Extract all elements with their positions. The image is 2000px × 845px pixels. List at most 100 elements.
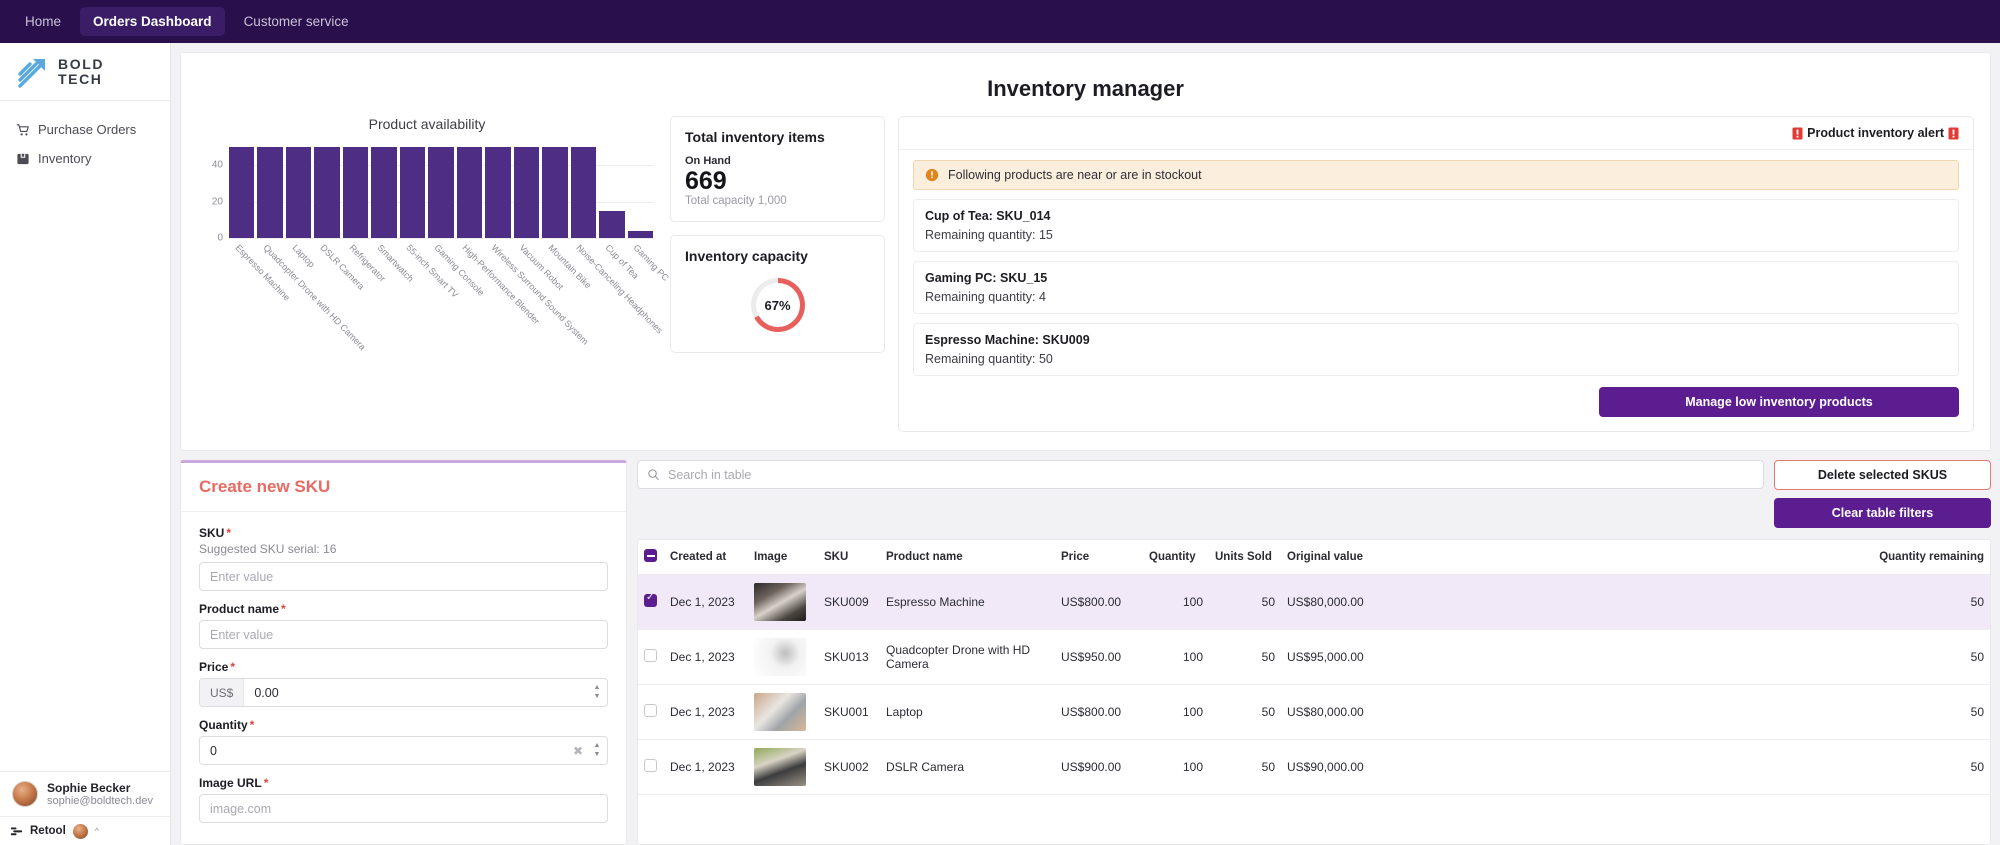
chart-x-tick-label: Gaming Console <box>432 242 487 298</box>
box-icon <box>17 153 29 164</box>
cell-quantity-remaining: 50 <box>1840 684 1990 740</box>
clear-table-filters-button[interactable]: Clear table filters <box>1774 498 1991 528</box>
chart-bar <box>570 147 597 238</box>
column-quantity[interactable]: Quantity <box>1143 540 1209 575</box>
table-row[interactable]: Dec 1, 2023 SKU002 DSLR Camera US$900.00 100… <box>638 739 1990 795</box>
manage-low-inventory-products-button[interactable]: Manage low inventory products <box>1599 387 1959 417</box>
chart-title: Product availability <box>368 116 486 132</box>
product-name-input[interactable] <box>199 620 608 649</box>
chevron-up-icon[interactable]: ▲ <box>594 742 601 751</box>
row-checkbox[interactable] <box>644 592 657 607</box>
required-marker: * <box>263 776 269 790</box>
product-thumbnail <box>754 583 806 621</box>
row-select-cell[interactable] <box>638 629 664 685</box>
row-checkbox[interactable] <box>644 759 657 772</box>
search-input[interactable] <box>637 460 1764 489</box>
column-quantity-remaining[interactable]: Quantity remaining <box>1840 540 1990 575</box>
low-stock-item[interactable]: Gaming PC: SKU_15 Remaining quantity: 4 <box>913 261 1959 314</box>
table-row[interactable]: Dec 1, 2023 SKU009Espresso MachineUS$800.… <box>638 574 1990 630</box>
cell-price: US$800.00 <box>1055 684 1143 740</box>
table-row[interactable]: Dec 1, 2023 SKU013 Quadcopter Drone with H… <box>638 629 1990 685</box>
nav-item-orders-dashboard[interactable]: Orders Dashboard <box>80 7 225 36</box>
sidebar-item-purchase-orders[interactable]: Purchase Orders <box>0 115 170 144</box>
sidebar-item-inventory[interactable]: Inventory <box>0 144 170 173</box>
total-inventory-items-card: Total inventory items On Hand 669 Total … <box>670 116 885 222</box>
sidebar-item-inventory-label: Inventory <box>38 151 92 166</box>
nav-item-customer-service[interactable]: Customer service <box>231 7 362 36</box>
cell-product-name: Espresso Machine <box>880 574 1055 630</box>
sku-label-text: SKU <box>199 526 225 540</box>
cell-units-sold: 50 <box>1209 684 1281 740</box>
quantity-input[interactable] <box>200 737 573 764</box>
table-row[interactable]: Dec 1, 2023 SKU001 Laptop US$800.00 100 50 US$… <box>638 684 1990 740</box>
low-stock-item-name: Gaming PC: SKU_15 <box>925 271 1048 285</box>
low-stock-item[interactable]: Cup of Tea: SKU_014 Remaining quantity: … <box>913 199 1959 252</box>
delete-selected-skus-button[interactable]: Delete selected SKUS <box>1774 460 1991 490</box>
low-stock-item-qty: Remaining quantity: 15 <box>925 228 1053 242</box>
column-product-name[interactable]: Product name <box>880 540 1055 575</box>
clear-icon[interactable]: ✖ <box>573 737 587 764</box>
chevron-down-icon[interactable]: ▼ <box>594 751 601 760</box>
column-units-sold[interactable]: Units Sold <box>1209 540 1281 575</box>
chart-plot-area: 0 20 40 Espresso Machine Quadcopter Drone w… <box>197 138 671 352</box>
product-thumbnail <box>754 748 806 786</box>
chart-x-tick-label: Gaming PC <box>631 242 672 283</box>
chart-bar <box>229 147 255 238</box>
table-body: Dec 1, 2023 SKU009Espresso MachineUS$800.… <box>638 574 1990 795</box>
row-checkbox[interactable] <box>644 704 657 717</box>
quantity-stepper[interactable]: ▲ ▼ <box>587 737 607 764</box>
top-grid: Product availability 0 20 40 Espresso Mach… <box>197 116 1974 432</box>
retool-footer-bar[interactable]: Retool ^ <box>0 816 170 845</box>
sku-input[interactable] <box>199 562 608 591</box>
price-combo: US$ ▲ ▼ <box>199 678 608 707</box>
sidebar-user-text: Sophie Becker sophie@boldtech.dev <box>47 781 153 807</box>
chevron-down-icon[interactable]: ▼ <box>594 693 601 702</box>
image-url-input[interactable] <box>199 794 608 823</box>
product-inventory-alert-title: Product inventory alert <box>1807 126 1944 140</box>
low-stock-item-qty: Remaining quantity: 50 <box>925 352 1053 366</box>
price-stepper[interactable]: ▲ ▼ <box>587 679 607 706</box>
bold-tech-arrow-logo-icon <box>18 58 45 88</box>
chevron-up-icon[interactable]: ^ <box>95 826 99 836</box>
nav-item-home[interactable]: Home <box>12 7 74 36</box>
price-input[interactable] <box>244 679 587 706</box>
cell-created-at: Dec 1, 2023 <box>664 739 748 795</box>
table-toolbar: Delete selected SKUS Clear table filters <box>637 460 1991 528</box>
low-stock-item-qty: Remaining quantity: 4 <box>925 290 1046 304</box>
column-image[interactable]: Image <box>748 540 818 575</box>
low-stock-item[interactable]: Espresso Machine: SKU009 Remaining quant… <box>913 323 1959 376</box>
row-checkbox[interactable] <box>644 649 657 662</box>
row-select-cell[interactable] <box>638 684 664 740</box>
top-navigation-bar: Home Orders Dashboard Customer service <box>0 0 2000 43</box>
cell-original-value: US$95,000.00 <box>1281 629 1840 685</box>
sidebar-nav-list: Purchase Orders Inventory <box>0 101 170 771</box>
red-alert-icon <box>1948 127 1959 139</box>
chevron-up-icon[interactable]: ▲ <box>594 684 601 693</box>
cell-quantity-remaining: 50 <box>1840 574 1990 630</box>
chart-bar <box>285 147 312 238</box>
inventory-capacity-title: Inventory capacity <box>685 248 808 264</box>
create-new-sku-panel: Create new SKU SKU * Suggested SKU serial… <box>180 460 627 845</box>
warning-icon <box>925 168 939 182</box>
price-currency-prefix: US$ <box>200 679 245 706</box>
kpi-column: Total inventory items On Hand 669 Total … <box>670 116 885 353</box>
column-original-value[interactable]: Original value <box>1281 540 1840 575</box>
cart-icon <box>16 123 29 135</box>
low-stock-item-name: Cup of Tea: SKU_014 <box>925 209 1051 223</box>
cell-created-at: Dec 1, 2023 <box>664 684 748 740</box>
sidebar-user-profile[interactable]: Sophie Becker sophie@boldtech.dev <box>0 771 170 816</box>
chart-bar <box>257 147 283 238</box>
row-select-cell[interactable] <box>638 574 664 630</box>
retool-avatar[interactable] <box>72 823 88 839</box>
dashboard-top-card: Inventory manager Product availability 0… <box>180 52 1991 451</box>
cell-original-value: US$80,000.00 <box>1281 684 1840 740</box>
total-inventory-value: 669 <box>685 167 727 195</box>
row-select-cell[interactable] <box>638 739 664 795</box>
manage-button-row: Manage low inventory products <box>913 387 1959 417</box>
field-group-product-name: Product name * <box>199 602 608 649</box>
select-all-checkbox[interactable] <box>644 549 657 562</box>
column-price[interactable]: Price <box>1055 540 1143 575</box>
cell-created-at: Dec 1, 2023 <box>664 574 748 630</box>
column-sku[interactable]: SKU <box>818 540 880 575</box>
column-created-at[interactable]: Created at <box>664 540 748 575</box>
